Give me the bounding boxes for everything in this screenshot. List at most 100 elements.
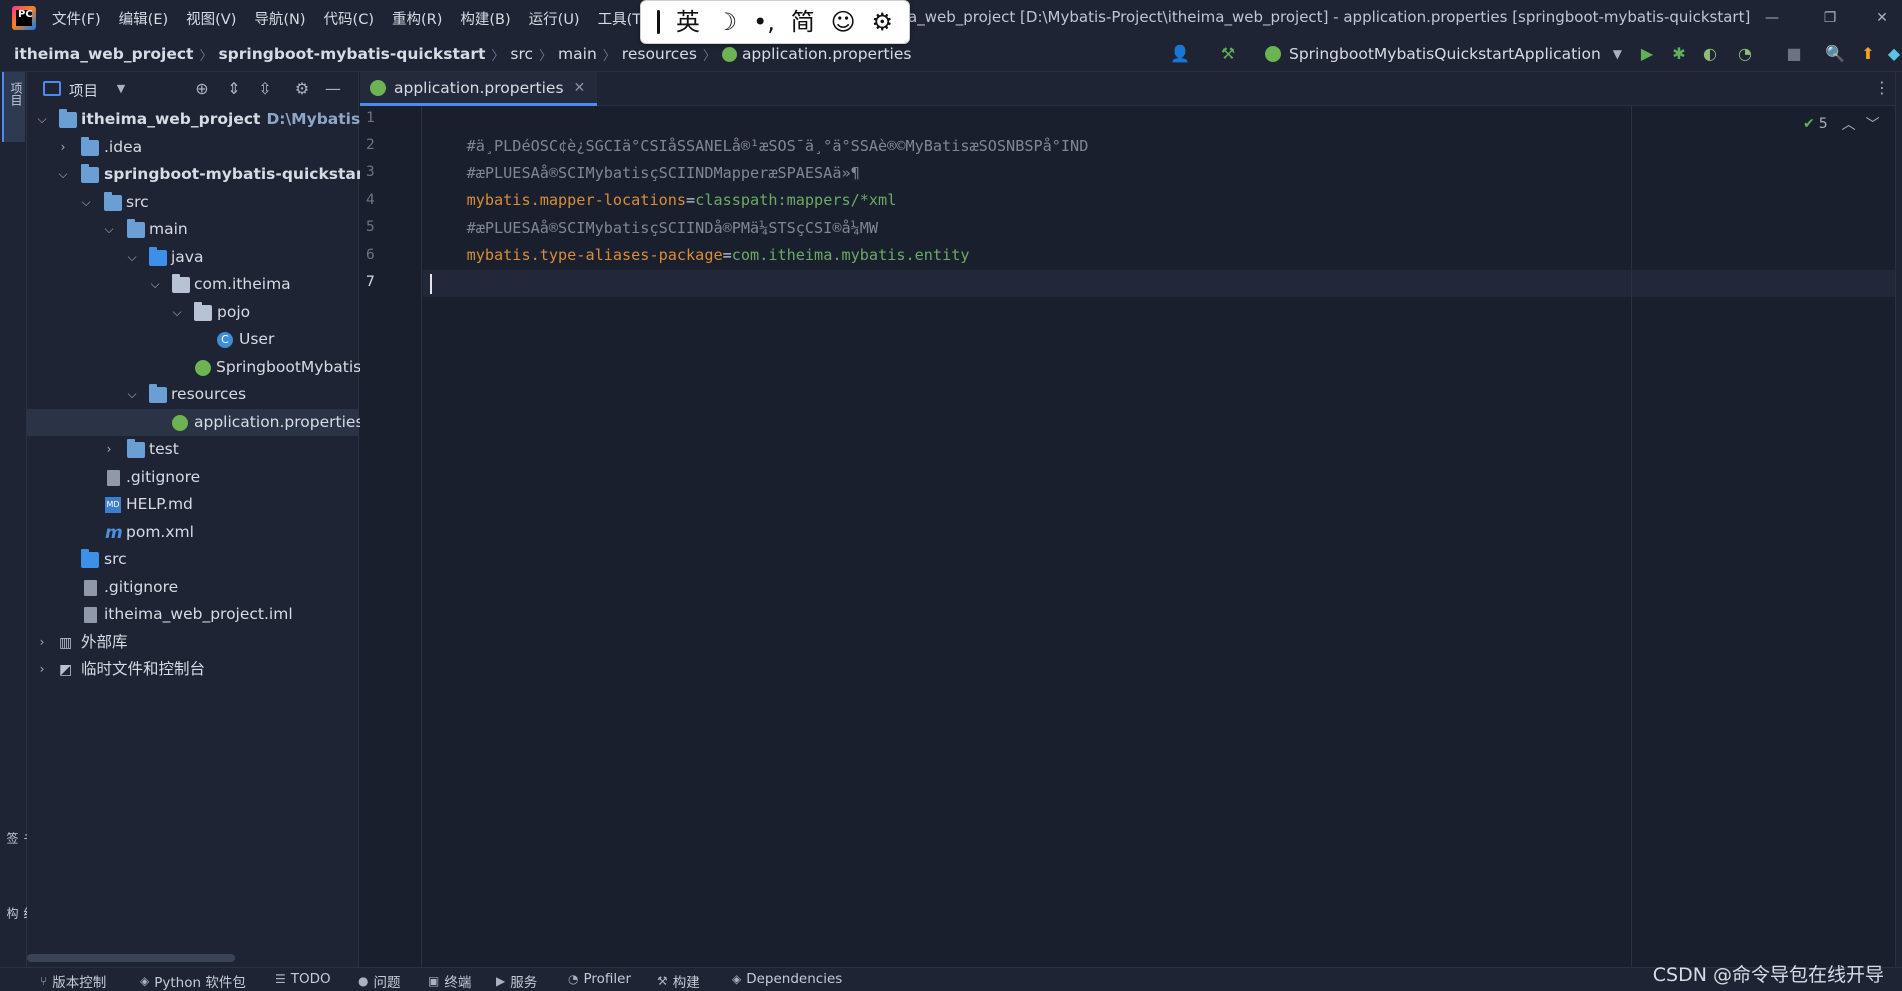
tree-item-resources[interactable]: ⌵ resources: [27, 381, 359, 409]
punctuation-toggle[interactable]: •,: [753, 0, 775, 44]
code-line[interactable]: mybatis.type-aliases-package=com.itheima…: [430, 215, 970, 264]
run-icon[interactable]: ▶: [1637, 44, 1657, 64]
project-tool-button[interactable]: 项目: [2, 72, 25, 142]
inspection-widget[interactable]: ✔ 5 ︿ ﹀: [1803, 114, 1880, 134]
user-account-icon[interactable]: 👤: [1170, 44, 1190, 64]
problems-tool[interactable]: ● 问题: [358, 971, 400, 991]
menu-view[interactable]: 视图(V): [186, 8, 236, 29]
breadcrumb-resources[interactable]: resources: [622, 45, 697, 63]
chevron-down-icon[interactable]: ⌵: [102, 216, 116, 244]
tree-item-scratches[interactable]: › ◩ 临时文件和控制台: [27, 656, 359, 684]
more-options-icon[interactable]: ⋮: [1874, 78, 1890, 97]
chevron-down-icon[interactable]: ⌵: [125, 381, 139, 409]
build-hammer-icon[interactable]: ⚒: [1218, 44, 1238, 64]
code-line[interactable]: mybatis.mapper-locations=classpath:mappe…: [430, 160, 897, 209]
plugin-icon[interactable]: ◆: [1884, 44, 1902, 64]
dependencies-tool[interactable]: ◈ Dependencies: [732, 971, 842, 987]
tree-item-application-properties[interactable]: application.properties: [27, 408, 364, 436]
breadcrumb-main[interactable]: main: [558, 45, 597, 63]
todo-tool[interactable]: ☰ TODO: [275, 971, 331, 987]
python-packages-tool[interactable]: ◈ Python 软件包: [140, 971, 246, 991]
version-control-tool[interactable]: ⑂ 版本控制: [40, 971, 106, 991]
chevron-up-icon[interactable]: ︿: [1842, 114, 1856, 134]
breadcrumb-project[interactable]: itheima_web_project: [14, 45, 193, 63]
tree-item-root-gitignore[interactable]: .gitignore: [27, 574, 359, 602]
horizontal-scrollbar[interactable]: [27, 954, 235, 962]
chevron-right-icon[interactable]: ›: [35, 629, 49, 657]
expand-all-icon[interactable]: ⇕: [224, 79, 244, 99]
tree-item-external-libraries[interactable]: › ▥ 外部库: [27, 629, 359, 657]
build-tool[interactable]: ⚒ 构建: [657, 971, 700, 991]
minimize-button[interactable]: —: [1752, 6, 1792, 30]
update-icon[interactable]: ⬆: [1858, 44, 1878, 64]
tree-item-test[interactable]: › test: [27, 436, 359, 464]
tree-item-application-class[interactable]: SpringbootMybatis: [27, 354, 361, 382]
close-icon[interactable]: ✕: [574, 80, 586, 96]
services-tool[interactable]: ▶ 服务: [496, 971, 537, 991]
tree-item-src[interactable]: ⌵ src: [27, 189, 359, 217]
profile-icon[interactable]: ◔: [1735, 44, 1755, 64]
breadcrumb-file[interactable]: application.properties: [742, 45, 912, 63]
debug-icon[interactable]: ✱: [1669, 44, 1689, 64]
settings-gear-icon[interactable]: ⚙: [872, 0, 894, 44]
tree-item-package[interactable]: ⌵ com.itheima: [27, 271, 359, 299]
locate-file-icon[interactable]: ⊕: [192, 79, 212, 99]
emoji-icon[interactable]: ☺: [831, 0, 856, 44]
chevron-right-icon[interactable]: ›: [35, 656, 49, 684]
tree-item-help-md[interactable]: MD HELP.md: [27, 491, 359, 519]
tree-item-root-src[interactable]: src: [27, 546, 359, 574]
chevron-down-icon[interactable]: ⌵: [79, 189, 93, 217]
gear-icon[interactable]: ⚙: [292, 79, 312, 99]
tree-item-user[interactable]: C User: [27, 326, 359, 354]
ime-language-toggle[interactable]: 英: [676, 0, 700, 44]
moon-icon[interactable]: ☽: [716, 0, 738, 44]
coverage-icon[interactable]: ◐: [1700, 44, 1720, 64]
chevron-down-icon[interactable]: ﹀: [1866, 114, 1880, 134]
menu-navigate[interactable]: 导航(N): [254, 8, 305, 29]
menu-build[interactable]: 构建(B): [460, 8, 510, 29]
profiler-tool[interactable]: ◔ Profiler: [568, 971, 631, 987]
breadcrumb-src[interactable]: src: [510, 45, 533, 63]
project-view-selector[interactable]: 项目: [69, 80, 98, 101]
run-configuration-selector[interactable]: SpringbootMybatisQuickstartApplication ▼: [1265, 41, 1622, 67]
chevron-down-icon[interactable]: ⌵: [170, 299, 184, 327]
collapse-all-icon[interactable]: ⇳: [255, 79, 275, 99]
chevron-down-icon[interactable]: ⌵: [148, 271, 162, 299]
tree-item-pojo[interactable]: ⌵ pojo: [27, 299, 359, 327]
close-window-button[interactable]: ✕: [1862, 6, 1902, 30]
chevron-down-icon[interactable]: ▼: [111, 79, 131, 99]
search-icon[interactable]: 🔍: [1825, 44, 1845, 64]
tree-item-java[interactable]: ⌵ java: [27, 244, 359, 272]
simplified-toggle[interactable]: 简: [791, 0, 815, 44]
code-editor[interactable]: #ä¸PLDéOSC¢è¿SGCIä°CSIåSSANELå®¹æSOS¯ä¸°…: [423, 106, 1895, 967]
stop-icon[interactable]: ■: [1784, 44, 1804, 64]
tree-item-iml[interactable]: itheima_web_project.iml: [27, 601, 359, 629]
menu-run[interactable]: 运行(U): [529, 8, 580, 29]
ime-drag-handle[interactable]: [656, 10, 660, 34]
tree-item-root[interactable]: ⌵ itheima_web_project D:\Mybatis-Proj: [27, 106, 402, 134]
chevron-down-icon[interactable]: ⌵: [35, 106, 49, 134]
terminal-tool[interactable]: ▣ 终端: [428, 971, 471, 991]
tab-application-properties[interactable]: application.properties ✕: [360, 72, 598, 106]
tree-item-module[interactable]: ⌵ springboot-mybatis-quickstart: [27, 161, 371, 189]
chevron-down-icon[interactable]: ⌵: [56, 161, 70, 189]
chevron-down-icon[interactable]: ⌵: [125, 244, 139, 272]
tree-item-idea[interactable]: › .idea: [27, 134, 359, 162]
tree-item-gitignore[interactable]: .gitignore: [27, 464, 359, 492]
code-line[interactable]: #æPLUESAå®SCIMybatisçSCIINDå®PMä¼STSçCSI…: [430, 188, 878, 237]
hide-panel-icon[interactable]: —: [323, 79, 343, 99]
chevron-right-icon[interactable]: ›: [56, 134, 70, 162]
menu-edit[interactable]: 编辑(E): [119, 8, 168, 29]
tree-item-main[interactable]: ⌵ main: [27, 216, 359, 244]
menu-code[interactable]: 代码(C): [324, 8, 374, 29]
menu-refactor[interactable]: 重构(R): [392, 8, 442, 29]
code-line[interactable]: #ä¸PLDéOSC¢è¿SGCIä°CSIåSSANELå®¹æSOS¯ä¸°…: [430, 106, 1089, 155]
menu-file[interactable]: 文件(F): [52, 8, 101, 29]
code-line[interactable]: #æPLUESAå®SCIMybatisçSCIINDMapperæSPAESA…: [430, 133, 860, 182]
chevron-right-icon[interactable]: ›: [102, 436, 116, 464]
breadcrumb-module[interactable]: springboot-mybatis-quickstart: [218, 45, 485, 63]
check-icon: ✔: [1803, 116, 1815, 132]
restore-button[interactable]: ❐: [1810, 6, 1850, 30]
pycharm-logo-icon[interactable]: PC: [12, 6, 36, 30]
tree-item-pom[interactable]: m pom.xml: [27, 519, 359, 547]
